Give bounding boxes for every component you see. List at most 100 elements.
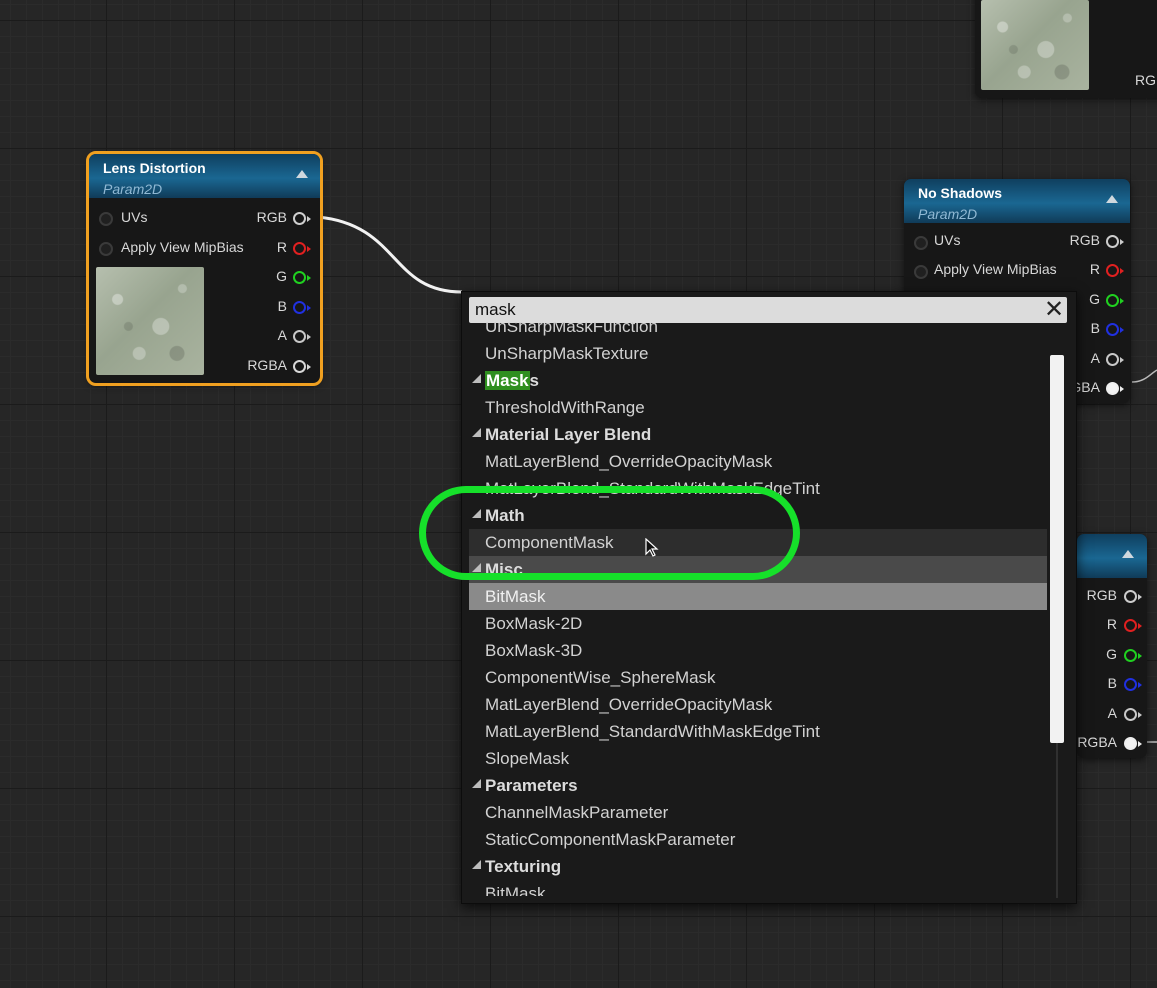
node-title: Lens Distortion xyxy=(103,160,206,176)
output-label-r: R xyxy=(276,239,287,255)
node-subtitle: Param2D xyxy=(918,206,978,222)
output-label-r: R xyxy=(1106,616,1117,632)
close-icon[interactable]: ✕ xyxy=(1042,297,1066,322)
result-item[interactable]: ChannelMaskParameter xyxy=(469,799,1047,826)
input-pin-uvs[interactable] xyxy=(914,236,928,250)
category-label: Parameters xyxy=(485,776,578,795)
result-label: UnSharpMaskFunction xyxy=(485,322,658,336)
result-item[interactable]: BitMask xyxy=(469,880,1047,896)
input-label-mipbias: Apply View MipBias xyxy=(121,239,244,255)
collapse-icon[interactable] xyxy=(296,170,308,178)
result-label: BoxMask-2D xyxy=(485,614,583,633)
result-item[interactable]: ComponentWise_SphereMask xyxy=(469,664,1047,691)
texture-thumbnail xyxy=(981,0,1089,90)
result-item[interactable]: UnSharpMaskFunction xyxy=(469,322,1047,340)
output-pin-rgba[interactable] xyxy=(1124,737,1142,750)
output-label-g: G xyxy=(1106,646,1117,662)
texture-node-topright[interactable]: RGE xyxy=(975,0,1157,98)
result-item[interactable]: MatLayerBlend_StandardWithMaskEdgeTint xyxy=(469,718,1047,745)
output-pin-b[interactable] xyxy=(1124,678,1142,691)
result-item[interactable]: SlopeMask xyxy=(469,745,1047,772)
expand-triangle-icon[interactable] xyxy=(472,860,481,869)
input-label-uvs: UVs xyxy=(934,232,961,248)
mouse-cursor-icon xyxy=(645,538,659,557)
node-header[interactable] xyxy=(1077,534,1147,578)
lens-distortion-node[interactable]: Lens Distortion Param2D UVs Apply View M… xyxy=(86,151,323,386)
result-label: UnSharpMaskTexture xyxy=(485,344,649,363)
node-header[interactable]: Lens Distortion Param2D xyxy=(89,154,320,198)
output-pin-g[interactable] xyxy=(293,271,311,284)
output-pin-g[interactable] xyxy=(1124,649,1142,662)
result-label: ChannelMaskParameter xyxy=(485,803,669,822)
output-pin-rgba[interactable] xyxy=(293,360,311,373)
output-pin-rgba[interactable] xyxy=(1106,382,1124,395)
category-header[interactable]: Masks xyxy=(469,367,1047,394)
output-pin-a[interactable] xyxy=(1106,353,1124,366)
category-label: Masks xyxy=(485,371,539,391)
output-pin-a[interactable] xyxy=(1124,708,1142,721)
output-pin-a[interactable] xyxy=(293,330,311,343)
expand-triangle-icon[interactable] xyxy=(472,374,481,383)
category-header[interactable]: Parameters xyxy=(469,772,1047,799)
search-box[interactable]: ✕ xyxy=(469,297,1067,323)
search-results-list[interactable]: UnSharpMaskFunction UnSharpMaskTexture Mas… xyxy=(469,322,1047,896)
result-item[interactable]: BoxMask-3D xyxy=(469,637,1047,664)
result-label: BoxMask-3D xyxy=(485,641,583,660)
expand-triangle-icon[interactable] xyxy=(472,428,481,437)
output-pin-b[interactable] xyxy=(293,301,311,314)
result-label: ComponentWise_SphereMask xyxy=(485,668,716,687)
result-item[interactable]: StaticComponentMaskParameter xyxy=(469,826,1047,853)
result-label: MatLayerBlend_OverrideOpacityMask xyxy=(485,452,773,471)
node-header[interactable]: No Shadows Param2D xyxy=(904,179,1130,223)
output-label-b: B xyxy=(1107,675,1117,691)
result-label: StaticComponentMaskParameter xyxy=(485,830,736,849)
scrollbar-track[interactable] xyxy=(1056,743,1058,898)
expand-triangle-icon[interactable] xyxy=(472,779,481,788)
node-title: No Shadows xyxy=(918,185,1003,201)
result-item[interactable]: BitMask xyxy=(469,583,1047,610)
category-label: Material Layer Blend xyxy=(485,425,652,444)
input-label-uvs: UVs xyxy=(121,209,148,225)
collapse-icon[interactable] xyxy=(1122,550,1134,558)
output-pin-r[interactable] xyxy=(1106,264,1124,277)
result-label: BitMask xyxy=(485,884,546,896)
output-label-r: R xyxy=(1089,261,1100,277)
output-label-g: G xyxy=(276,268,287,284)
category-header[interactable]: Material Layer Blend xyxy=(469,421,1047,448)
result-item[interactable]: MatLayerBlend_OverrideOpacityMask xyxy=(469,691,1047,718)
label-rest: s xyxy=(529,371,539,390)
input-pin-mipbias[interactable] xyxy=(914,265,928,279)
output-label-a: A xyxy=(1090,350,1100,366)
output-label-b: B xyxy=(1090,320,1100,336)
category-header[interactable]: Texturing xyxy=(469,853,1047,880)
input-label-mipbias: Apply View MipBias xyxy=(934,261,1057,277)
node-subtitle: Param2D xyxy=(103,181,163,197)
annotation-highlight xyxy=(419,486,800,580)
output-pin-r[interactable] xyxy=(293,242,311,255)
input-pin-uvs[interactable] xyxy=(99,212,113,226)
result-item[interactable]: UnSharpMaskTexture xyxy=(469,340,1047,367)
result-label: MatLayerBlend_StandardWithMaskEdgeTint xyxy=(485,722,820,741)
input-pin-mipbias[interactable] xyxy=(99,242,113,256)
collapse-icon[interactable] xyxy=(1106,195,1118,203)
result-item[interactable]: BoxMask-2D xyxy=(469,610,1047,637)
node-search-popup[interactable]: ✕ UnSharpMaskFunction UnSharpMaskTexture M… xyxy=(461,291,1077,904)
output-pin-r[interactable] xyxy=(1124,619,1142,632)
output-pin-rgb[interactable] xyxy=(293,212,311,225)
output-label-rgba: RGBA xyxy=(1077,734,1117,750)
output-pin-rgb[interactable] xyxy=(1106,235,1124,248)
search-input[interactable] xyxy=(475,299,1035,321)
match-highlight: Mask xyxy=(485,371,530,390)
result-item[interactable]: MatLayerBlend_OverrideOpacityMask xyxy=(469,448,1047,475)
output-pin-b[interactable] xyxy=(1106,323,1124,336)
output-pin-rgb[interactable] xyxy=(1124,590,1142,603)
category-label: Texturing xyxy=(485,857,562,876)
result-label: SlopeMask xyxy=(485,749,570,768)
output-pin-g[interactable] xyxy=(1106,294,1124,307)
texture-thumbnail xyxy=(96,267,204,375)
scrollbar-thumb[interactable] xyxy=(1050,355,1064,743)
texture-node-right[interactable]: RGB R G B A RGBA xyxy=(1077,534,1147,758)
result-label: BitMask xyxy=(485,587,546,606)
output-label-g: G xyxy=(1089,291,1100,307)
result-item[interactable]: ThresholdWithRange xyxy=(469,394,1047,421)
